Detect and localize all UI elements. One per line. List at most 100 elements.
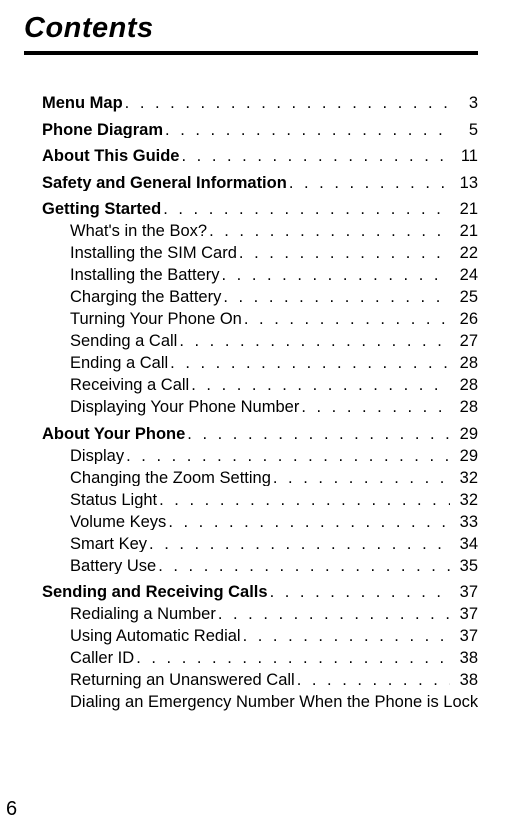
toc-page: 32 bbox=[450, 470, 478, 487]
toc-label: Caller ID bbox=[70, 650, 134, 667]
toc-subentry: Changing the Zoom Setting 32 bbox=[24, 470, 478, 487]
toc-section: Menu Map 3 bbox=[24, 95, 478, 112]
toc-page: 28 bbox=[450, 355, 478, 372]
toc-subentry: Displaying Your Phone Number 28 bbox=[24, 399, 478, 416]
toc-label: Dialing an Emergency Number When the Pho… bbox=[70, 694, 478, 711]
toc-label: Redialing a Number bbox=[70, 606, 216, 623]
leader-dots bbox=[216, 606, 450, 623]
toc-page: 38 bbox=[450, 672, 478, 689]
toc-subentry: Dialing an Emergency Number When the Pho… bbox=[24, 694, 478, 711]
toc-subentry: Installing the Battery 24 bbox=[24, 267, 478, 284]
leader-dots bbox=[189, 377, 450, 394]
toc-page: 29 bbox=[450, 448, 478, 465]
toc-label: About Your Phone bbox=[42, 426, 185, 443]
leader-dots bbox=[237, 245, 450, 262]
leader-dots bbox=[124, 448, 450, 465]
toc-entry: Safety and General Information 13 bbox=[24, 175, 478, 192]
toc-label: Sending and Receiving Calls bbox=[42, 584, 268, 601]
toc-subentry: Battery Use 35 bbox=[24, 558, 478, 575]
toc-page: 37 bbox=[450, 606, 478, 623]
leader-dots bbox=[242, 311, 450, 328]
toc-section: Sending and Receiving Calls 37 Redialing… bbox=[24, 584, 478, 711]
toc-label: Display bbox=[70, 448, 124, 465]
toc-label: Changing the Zoom Setting bbox=[70, 470, 271, 487]
toc-section: Getting Started 21 What's in the Box? 21… bbox=[24, 201, 478, 416]
leader-dots bbox=[241, 628, 450, 645]
toc-section: Phone Diagram 5 bbox=[24, 122, 478, 139]
leader-dots bbox=[295, 672, 450, 689]
toc-page: 25 bbox=[450, 289, 478, 306]
leader-dots bbox=[299, 399, 450, 416]
toc-page: 21 bbox=[450, 223, 478, 240]
toc-label: Installing the SIM Card bbox=[70, 245, 237, 262]
toc-label: Using Automatic Redial bbox=[70, 628, 241, 645]
toc-page: 28 bbox=[450, 399, 478, 416]
toc-page: 34 bbox=[450, 536, 478, 553]
toc-subentry: Redialing a Number 37 bbox=[24, 606, 478, 623]
toc-section: Safety and General Information 13 bbox=[24, 175, 478, 192]
leader-dots bbox=[147, 536, 450, 553]
toc-page: 26 bbox=[450, 311, 478, 328]
toc-subentry: Using Automatic Redial 37 bbox=[24, 628, 478, 645]
toc-section: About Your Phone 29 Display 29 Changing … bbox=[24, 426, 478, 575]
toc-entry: Sending and Receiving Calls 37 bbox=[24, 584, 478, 601]
toc-page: 37 bbox=[450, 628, 478, 645]
toc-page: 27 bbox=[450, 333, 478, 350]
toc-label: Ending a Call bbox=[70, 355, 168, 372]
toc-subentry: Volume Keys 33 bbox=[24, 514, 478, 531]
toc-label: Charging the Battery bbox=[70, 289, 221, 306]
toc-page: 28 bbox=[450, 377, 478, 394]
toc-label: What's in the Box? bbox=[70, 223, 207, 240]
toc-page: 5 bbox=[450, 122, 478, 139]
leader-dots bbox=[207, 223, 450, 240]
leader-dots bbox=[220, 267, 451, 284]
toc-page: 13 bbox=[450, 175, 478, 192]
toc-label: Menu Map bbox=[42, 95, 123, 112]
toc-subentry: Receiving a Call 28 bbox=[24, 377, 478, 394]
toc-section: About This Guide 11 bbox=[24, 148, 478, 165]
toc-entry: About Your Phone 29 bbox=[24, 426, 478, 443]
toc-page: 21 bbox=[450, 201, 478, 218]
leader-dots bbox=[221, 289, 450, 306]
leader-dots bbox=[271, 470, 450, 487]
leader-dots bbox=[177, 333, 450, 350]
toc-entry: Getting Started 21 bbox=[24, 201, 478, 218]
toc-subentry: Status Light 32 bbox=[24, 492, 478, 509]
toc-subentry: Caller ID 38 bbox=[24, 650, 478, 667]
toc-label: Returning an Unanswered Call bbox=[70, 672, 295, 689]
toc-page: 29 bbox=[450, 426, 478, 443]
leader-dots bbox=[157, 492, 450, 509]
toc-subentry: Display 29 bbox=[24, 448, 478, 465]
leader-dots bbox=[268, 584, 450, 601]
toc-label: Turning Your Phone On bbox=[70, 311, 242, 328]
toc-page: 35 bbox=[450, 558, 478, 575]
toc-page: 11 bbox=[450, 148, 478, 165]
toc-page: 24 bbox=[450, 267, 478, 284]
toc-label: Volume Keys bbox=[70, 514, 166, 531]
toc-subentry: What's in the Box? 21 bbox=[24, 223, 478, 240]
toc-page: 38 bbox=[450, 650, 478, 667]
leader-dots bbox=[123, 95, 450, 112]
toc-subentry: Ending a Call 28 bbox=[24, 355, 478, 372]
page: Contents Menu Map 3 Phone Diagram 5 Abou… bbox=[0, 0, 506, 839]
toc-page: 37 bbox=[450, 584, 478, 601]
toc-label: Sending a Call bbox=[70, 333, 177, 350]
toc-label: Safety and General Information bbox=[42, 175, 287, 192]
toc-entry: Phone Diagram 5 bbox=[24, 122, 478, 139]
leader-dots bbox=[180, 148, 451, 165]
toc-label: Phone Diagram bbox=[42, 122, 163, 139]
toc-entry: About This Guide 11 bbox=[24, 148, 478, 165]
toc-subentry: Charging the Battery 25 bbox=[24, 289, 478, 306]
toc-entry: Menu Map 3 bbox=[24, 95, 478, 112]
toc-subentry: Sending a Call 27 bbox=[24, 333, 478, 350]
leader-dots bbox=[156, 558, 450, 575]
horizontal-rule bbox=[24, 51, 478, 55]
toc-subentry: Returning an Unanswered Call 38 bbox=[24, 672, 478, 689]
toc-page: 22 bbox=[450, 245, 478, 262]
leader-dots bbox=[134, 650, 450, 667]
leader-dots bbox=[166, 514, 450, 531]
toc-subentry: Smart Key 34 bbox=[24, 536, 478, 553]
toc-label: About This Guide bbox=[42, 148, 180, 165]
leader-dots bbox=[287, 175, 450, 192]
toc-page: 33 bbox=[450, 514, 478, 531]
